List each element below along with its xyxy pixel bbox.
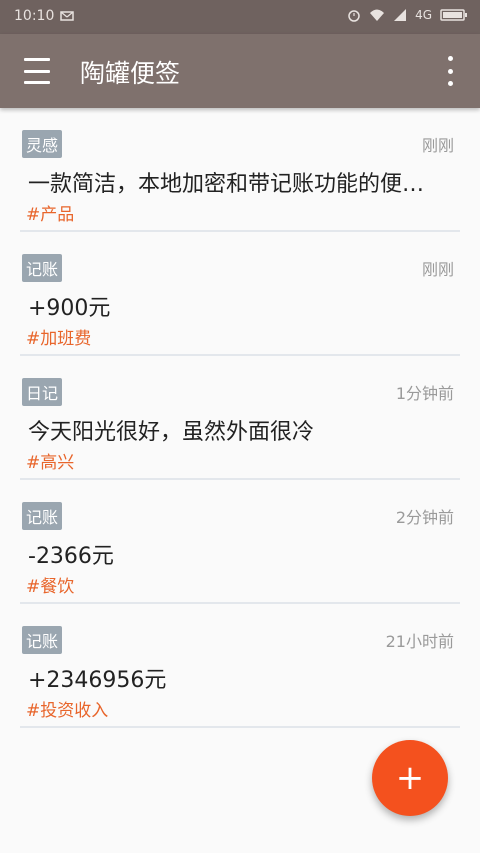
- app-bar: 陶罐便签: [0, 34, 480, 108]
- network-type: 4G: [415, 8, 432, 22]
- status-bar: 10:10 4G: [0, 0, 480, 34]
- signal-icon: [393, 8, 407, 22]
- note-text: +2346956元: [28, 668, 167, 693]
- note-item[interactable]: 记账 21小时前 +2346956元 #投资收入: [20, 604, 460, 728]
- note-category-tag: 日记: [22, 378, 63, 406]
- note-hashtag[interactable]: #高兴: [26, 448, 74, 473]
- note-item[interactable]: 日记 1分钟前 今天阳光很好，虽然外面很冷 #高兴: [20, 356, 460, 480]
- note-text: +900元: [28, 296, 111, 321]
- status-time: 10:10: [14, 8, 55, 24]
- alarm-icon: [347, 8, 361, 22]
- status-left: 10:10: [14, 8, 75, 24]
- note-hashtag[interactable]: #产品: [26, 200, 74, 225]
- note-item[interactable]: 记账 刚刚 +900元 #加班费: [20, 232, 460, 356]
- note-category-tag: 灵感: [22, 130, 63, 158]
- note-text: -2366元: [28, 544, 114, 569]
- add-note-button[interactable]: +: [372, 740, 448, 816]
- note-hashtag[interactable]: #投资收入: [26, 696, 108, 721]
- status-right: 4G: [347, 8, 468, 22]
- note-text: 今天阳光很好，虽然外面很冷: [28, 420, 315, 445]
- more-options-icon[interactable]: [440, 56, 460, 86]
- app-title: 陶罐便签: [80, 59, 181, 88]
- notification-icon: [60, 10, 75, 22]
- note-item[interactable]: 灵感 刚刚 一款简洁，本地加密和带记账功能的便… #产品: [20, 108, 460, 232]
- note-hashtag[interactable]: #餐饮: [26, 572, 74, 597]
- menu-icon[interactable]: [24, 58, 52, 84]
- wifi-icon: [369, 8, 385, 22]
- notes-list: 灵感 刚刚 一款简洁，本地加密和带记账功能的便… #产品 记账 刚刚 +900元…: [0, 108, 480, 728]
- battery-icon: [440, 8, 468, 22]
- note-category-tag: 记账: [22, 502, 63, 530]
- note-item[interactable]: 记账 2分钟前 -2366元 #餐饮: [20, 480, 460, 604]
- note-time: 刚刚: [421, 260, 454, 279]
- note-time: 21小时前: [385, 632, 454, 651]
- note-text: 一款简洁，本地加密和带记账功能的便…: [28, 172, 425, 197]
- note-hashtag[interactable]: #加班费: [26, 324, 91, 349]
- note-time: 刚刚: [421, 136, 454, 155]
- note-category-tag: 记账: [22, 254, 63, 282]
- plus-icon: +: [395, 758, 425, 798]
- note-time: 1分钟前: [395, 384, 454, 403]
- note-time: 2分钟前: [395, 508, 454, 527]
- note-category-tag: 记账: [22, 626, 63, 654]
